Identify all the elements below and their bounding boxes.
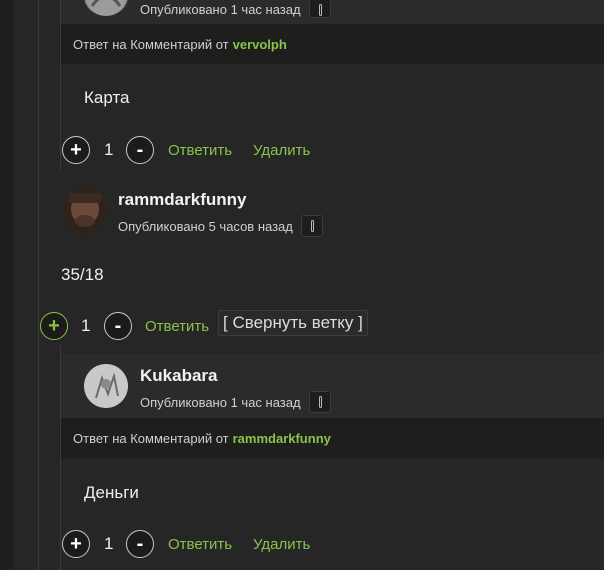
pin-icon[interactable] [308, 391, 331, 413]
pin-icon[interactable] [308, 0, 331, 18]
upvote-button[interactable]: + [62, 530, 90, 558]
reply-to-prefix: Ответ на Комментарий от [73, 36, 229, 52]
downvote-button[interactable]: - [104, 312, 132, 340]
publish-time: Опубликовано 5 часов назад [118, 218, 293, 234]
avatar[interactable] [63, 187, 107, 235]
delete-link[interactable]: Удалить [253, 536, 310, 553]
comment-text: Карта [84, 88, 130, 107]
vote-count: 1 [81, 316, 91, 335]
avatar[interactable] [84, 364, 128, 408]
vote-count: 1 [104, 534, 114, 553]
vote-count: 1 [104, 140, 114, 159]
reply-to-author-link[interactable]: rammdarkfunny [233, 431, 331, 446]
left-gutter [0, 0, 14, 570]
comment-meta: Опубликовано 1 час назад [140, 0, 331, 18]
downvote-button[interactable]: - [126, 530, 154, 558]
username[interactable]: Kukabara [140, 366, 217, 386]
delete-link[interactable]: Удалить [253, 142, 310, 159]
downvote-button[interactable]: - [126, 136, 154, 164]
comment-meta: Опубликовано 1 час назад [140, 390, 331, 414]
thread-line [38, 0, 39, 570]
upvote-button[interactable]: + [40, 312, 68, 340]
reply-to-author-link[interactable]: vervolph [233, 37, 287, 52]
comment-text: Деньги [84, 483, 139, 502]
reply-link[interactable]: Ответить [168, 142, 232, 159]
pin-icon[interactable] [300, 215, 323, 237]
publish-time: Опубликовано 1 час назад [140, 394, 301, 410]
collapse-thread-button[interactable]: [ Свернуть ветку ] [218, 310, 368, 336]
publish-time: Опубликовано 1 час назад [140, 1, 301, 17]
reply-to-prefix: Ответ на Комментарий от [73, 430, 229, 446]
reply-link[interactable]: Ответить [168, 536, 232, 553]
comment-text: 35/18 [61, 265, 104, 284]
reply-to-bar: Ответ на Комментарий от rammdarkfunny [61, 418, 604, 458]
reply-link[interactable]: Ответить [145, 318, 209, 335]
comment-meta: Опубликовано 5 часов назад [118, 214, 323, 238]
reply-to-bar: Ответ на Комментарий от vervolph [61, 24, 604, 64]
upvote-button[interactable]: + [62, 136, 90, 164]
comment-thread: Опубликовано 1 час назад Ответ на Коммен… [0, 0, 604, 570]
username[interactable]: rammdarkfunny [118, 190, 246, 210]
